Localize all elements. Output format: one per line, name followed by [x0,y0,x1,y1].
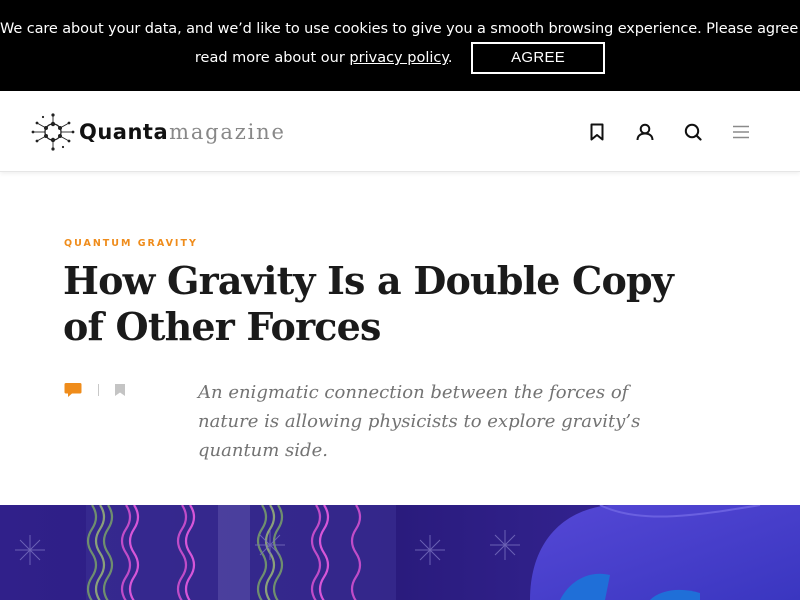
logo-secondary-text: magazine [169,120,286,144]
privacy-policy-link[interactable]: privacy policy [349,50,447,66]
menu-icon [733,125,749,139]
logo-primary-text: Quanta [79,120,169,144]
bookmark-article-icon[interactable] [114,383,126,397]
article-kicker[interactable]: QUANTUM GRAVITY [64,238,198,249]
account-button[interactable] [633,120,657,144]
logo-mark-icon [31,113,75,151]
bookmark-button[interactable] [585,120,609,144]
cookie-banner: We care about your data, and we’d like t… [0,0,800,91]
cookie-message-line2: read more about our privacy policy. [195,45,453,71]
logo[interactable]: Quanta magazine [31,112,286,152]
cookie-message-prefix: read more about our [194,50,350,66]
article-meta [64,382,126,398]
menu-button[interactable] [729,120,753,144]
user-icon [636,123,654,141]
hero-image [0,505,800,600]
comment-icon[interactable] [64,382,82,398]
search-icon [684,123,702,141]
search-button[interactable] [681,120,705,144]
cookie-message-suffix: . [447,50,453,66]
site-header: Quanta magazine [0,91,800,172]
article-title: How Gravity Is a Double Copy of Other Fo… [63,258,674,349]
hero-illustration [0,505,800,600]
agree-button[interactable]: AGREE [471,42,606,74]
article-dek: An enigmatic connection between the forc… [198,382,641,461]
cookie-message: We care about your data, and we’d like t… [0,21,800,37]
header-actions [585,120,777,144]
meta-divider [98,384,99,396]
bookmark-icon [590,123,604,141]
